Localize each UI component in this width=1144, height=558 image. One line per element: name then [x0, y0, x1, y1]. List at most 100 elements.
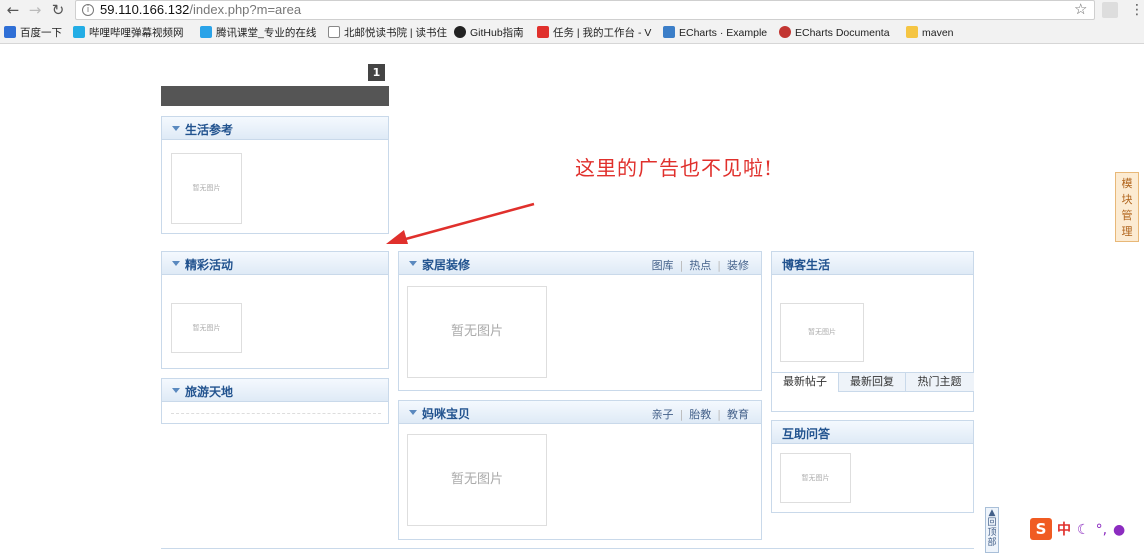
extension-icon[interactable]: [1102, 2, 1118, 18]
section-title[interactable]: 精彩活动: [185, 256, 233, 273]
annotation-arrow-icon: [386, 202, 535, 244]
link-prenatal[interactable]: 胎教: [689, 408, 711, 421]
separator: |: [717, 259, 721, 272]
section-header: 旅游天地: [162, 379, 388, 402]
github-icon: [454, 26, 466, 38]
ad-banner-placeholder: [161, 86, 389, 106]
separator: |: [679, 259, 684, 272]
side-tab-char: 模: [1121, 177, 1133, 190]
section-header: 博客生活: [772, 252, 973, 275]
section-header: 家居装修 图库 | 热点 | 装修: [399, 252, 761, 275]
tab-latest-replies[interactable]: 最新回复: [839, 373, 906, 392]
bookmark-label: 百度一下: [20, 27, 62, 39]
separator: |: [679, 408, 684, 421]
section-title[interactable]: 互助问答: [782, 425, 830, 442]
link-gallery[interactable]: 图库: [652, 259, 674, 272]
bookmark-baidu[interactable]: 百度一下: [4, 25, 62, 41]
separator: |: [717, 408, 721, 421]
bottom-section-edge: [161, 548, 974, 558]
back-to-top-button[interactable]: ▲ 回 顶 部: [985, 507, 999, 553]
section-header: 精彩活动: [162, 252, 388, 275]
bookmark-echarts-example[interactable]: ECharts · Example: [663, 25, 767, 41]
link-education[interactable]: 教育: [727, 408, 749, 421]
tab-hot-topics[interactable]: 热门主题: [906, 373, 973, 392]
back-arrow-icon[interactable]: ←: [4, 1, 22, 19]
section-home-decoration: 家居装修 图库 | 热点 | 装修 暂无图片: [398, 251, 762, 391]
module-manage-tab[interactable]: 模 块 管 理: [1115, 172, 1139, 242]
bookmark-label: 北邮悦读书院 | 读书住: [344, 27, 448, 39]
bookmark-label: ECharts Documenta: [795, 27, 890, 39]
annotation-text: 这里的广告也不见啦!: [575, 156, 774, 180]
section-events: 精彩活动 暂无图片: [161, 251, 389, 369]
page-number-badge[interactable]: 1: [368, 64, 385, 81]
address-bar[interactable]: i 59.110.166.132/index.php?m=area: [75, 0, 1095, 20]
side-tab-char: 理: [1121, 225, 1133, 238]
link-decoration[interactable]: 装修: [727, 259, 749, 272]
reload-icon[interactable]: ↻: [49, 1, 67, 19]
triangle-down-icon: [172, 126, 180, 131]
forward-arrow-icon[interactable]: →: [26, 1, 44, 19]
section-title[interactable]: 妈咪宝贝: [422, 405, 470, 422]
section-header: 互助问答: [772, 421, 973, 444]
no-image-thumb[interactable]: 暂无图片: [780, 453, 851, 503]
echarts-docs-icon: [779, 26, 791, 38]
bookmark-maven[interactable]: maven: [906, 25, 954, 41]
triangle-down-icon: [172, 388, 180, 393]
side-tab-char: 块: [1121, 193, 1133, 206]
url-text: 59.110.166.132/index.php?m=area: [100, 2, 302, 17]
bookmark-echarts-docs[interactable]: ECharts Documenta: [779, 25, 890, 41]
punctuation-icon[interactable]: °,: [1096, 522, 1107, 538]
ime-toolbar[interactable]: S 中 ☾ °, ●: [1030, 518, 1131, 540]
ime-language-indicator[interactable]: 中: [1057, 522, 1071, 538]
no-image-thumb[interactable]: 暂无图片: [407, 286, 547, 378]
no-image-thumb[interactable]: 暂无图片: [171, 153, 242, 224]
folder-icon: [906, 26, 918, 38]
triangle-down-icon: [409, 410, 417, 415]
sogou-s-icon[interactable]: S: [1030, 518, 1052, 540]
echarts-icon: [663, 26, 675, 38]
bilibili-tv-icon: [73, 26, 85, 38]
section-title[interactable]: 生活参考: [185, 121, 233, 138]
section-title[interactable]: 家居装修: [422, 256, 470, 273]
microphone-icon[interactable]: ●: [1113, 522, 1125, 538]
section-title[interactable]: 旅游天地: [185, 383, 233, 400]
triangle-down-icon: [172, 261, 180, 266]
no-image-thumb[interactable]: 暂无图片: [780, 303, 864, 362]
section-header: 妈咪宝贝 亲子 | 胎教 | 教育: [399, 401, 761, 424]
section-links: 图库 | 热点 | 装修: [652, 257, 749, 273]
no-image-thumb[interactable]: 暂无图片: [407, 434, 547, 526]
section-title[interactable]: 博客生活: [782, 256, 830, 273]
half-moon-icon[interactable]: ☾: [1077, 522, 1090, 538]
section-mom-baby: 妈咪宝贝 亲子 | 胎教 | 教育 暂无图片: [398, 400, 762, 540]
tab-latest-posts[interactable]: 最新帖子: [772, 373, 839, 392]
blog-tabs: 最新帖子 最新回复 热门主题: [772, 372, 974, 392]
link-hot[interactable]: 热点: [689, 259, 711, 272]
back-top-char: 顶: [987, 528, 997, 538]
calendar-icon: [537, 26, 549, 38]
bookmark-github-guide[interactable]: GitHub指南: [454, 25, 524, 41]
bookmark-label: 任务 | 我的工作台 - V: [553, 27, 652, 39]
bookmark-label: 腾讯课堂_专业的在线: [216, 27, 317, 39]
side-tab-char: 管: [1121, 209, 1133, 222]
browser-toolbar: ← → ↻ i 59.110.166.132/index.php?m=area …: [0, 0, 1144, 22]
bookmark-bilibili[interactable]: 哔哩哔哩弹幕视频网: [73, 25, 184, 41]
bookmark-tencent-class[interactable]: 腾讯课堂_专业的在线: [200, 25, 316, 41]
bookmark-tasks[interactable]: 任务 | 我的工作台 - V: [537, 25, 651, 41]
browser-menu-icon[interactable]: ⋮: [1130, 0, 1144, 20]
section-header: 生活参考: [162, 117, 388, 140]
info-icon[interactable]: i: [82, 4, 94, 16]
back-top-char: 部: [987, 538, 997, 548]
link-parenting[interactable]: 亲子: [652, 408, 674, 421]
section-qa: 互助问答 暂无图片: [771, 420, 974, 513]
page-content: 1 生活参考 暂无图片 精彩活动 暂无图片 旅游天地 家居装修 图库 | 热点 | 装修: [0, 44, 1144, 555]
bookmark-bupt-reading[interactable]: 北邮悦读书院 | 读书住: [328, 25, 447, 41]
bookmark-label: maven: [922, 27, 954, 39]
baidu-paw-icon: [4, 26, 16, 38]
tencent-class-icon: [200, 26, 212, 38]
no-image-thumb[interactable]: 暂无图片: [171, 303, 242, 353]
arrow-up-icon: ▲: [988, 508, 996, 518]
section-blog-life: 博客生活 暂无图片 最新帖子 最新回复 热门主题: [771, 251, 974, 412]
bookmark-label: 哔哩哔哩弹幕视频网: [89, 27, 184, 39]
triangle-down-icon: [409, 261, 417, 266]
bookmark-star-icon[interactable]: ☆: [1074, 0, 1087, 18]
